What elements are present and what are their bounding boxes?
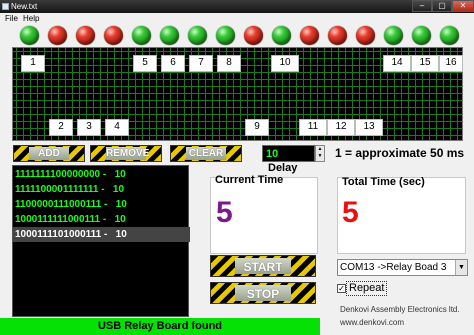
spin-up-icon[interactable]: ▲	[316, 146, 324, 153]
clear-button-label: CLEAR	[186, 147, 226, 160]
relay-led-10[interactable]	[272, 26, 291, 45]
relay-led-14[interactable]	[384, 26, 403, 45]
current-time-label: Current Time	[215, 174, 284, 186]
minimize-button[interactable]: –	[412, 0, 432, 12]
relay-led-1[interactable]	[20, 26, 39, 45]
relay-box-5[interactable]: 5	[133, 55, 157, 72]
stop-button-label: STOP	[235, 285, 291, 301]
stop-button[interactable]: STOP	[210, 282, 316, 304]
website-link[interactable]: www.denkovi.com	[340, 318, 404, 327]
company-credit: Denkovi Assembly Electronics ltd.	[340, 305, 460, 314]
relay-box-13[interactable]: 13	[355, 119, 383, 136]
relay-box-12[interactable]: 12	[327, 119, 355, 136]
relay-led-9[interactable]	[244, 26, 263, 45]
clear-button[interactable]: CLEAR	[170, 145, 242, 162]
delay-label: Delay	[268, 162, 298, 174]
relay-box-4[interactable]: 4	[105, 119, 129, 136]
add-button-label: ADD	[29, 147, 69, 160]
repeat-checkbox[interactable]: ✓	[337, 284, 346, 293]
port-select[interactable]: COM13 ->Relay Boad 3	[337, 259, 468, 276]
relay-led-7[interactable]	[188, 26, 207, 45]
relay-led-4[interactable]	[104, 26, 123, 45]
title-bar: New.txt – ▢ ✕	[0, 0, 474, 13]
menu-file[interactable]: File	[5, 13, 18, 25]
relay-led-12[interactable]	[328, 26, 347, 45]
maximize-button[interactable]: ▢	[432, 0, 452, 12]
remove-button-label: REMOVE	[106, 147, 150, 160]
menu-help[interactable]: Help	[23, 13, 39, 25]
relay-box-1[interactable]: 1	[21, 55, 45, 72]
relay-box-9[interactable]: 9	[245, 119, 269, 136]
status-bar: USB Relay Board found	[0, 318, 320, 335]
relay-led-11[interactable]	[300, 26, 319, 45]
relay-led-15[interactable]	[412, 26, 431, 45]
relay-led-13[interactable]	[356, 26, 375, 45]
start-button[interactable]: START	[210, 255, 316, 277]
relay-box-14[interactable]: 14	[383, 55, 411, 72]
delay-input[interactable]: 10	[262, 145, 315, 162]
relay-box-8[interactable]: 8	[217, 55, 241, 72]
relay-box-10[interactable]: 10	[271, 55, 299, 72]
relay-led-16[interactable]	[440, 26, 459, 45]
repeat-label[interactable]: Repeat	[346, 281, 388, 296]
total-time-value: 5	[342, 196, 359, 229]
remove-button[interactable]: REMOVE	[90, 145, 162, 162]
close-button[interactable]: ✕	[452, 0, 474, 12]
list-item[interactable]: 1100000111000111 - 10	[13, 197, 190, 212]
app-icon	[2, 3, 9, 10]
chevron-down-icon[interactable]: ▼	[455, 260, 467, 275]
list-item[interactable]: 1111100001111111 - 10	[13, 182, 190, 197]
delay-spinner[interactable]: ▲ ▼	[315, 145, 325, 162]
sequence-list[interactable]: 1111111100000000 - 10 1111100001111111 -…	[12, 165, 190, 317]
list-item-selected[interactable]: 1000111101000111 - 10	[13, 227, 190, 242]
relay-box-2[interactable]: 2	[49, 119, 73, 136]
relay-led-8[interactable]	[216, 26, 235, 45]
relay-box-3[interactable]: 3	[77, 119, 101, 136]
relay-box-16[interactable]: 16	[439, 55, 463, 72]
relay-box-15[interactable]: 15	[411, 55, 439, 72]
relay-led-5[interactable]	[132, 26, 151, 45]
delay-note: 1 = approximate 50 ms	[335, 146, 465, 160]
start-button-label: START	[235, 258, 291, 274]
current-time-value: 5	[216, 196, 233, 229]
list-item[interactable]: 1111111100000000 - 10	[13, 167, 190, 182]
spin-down-icon[interactable]: ▼	[316, 153, 324, 160]
add-button[interactable]: ADD	[13, 145, 85, 162]
relay-led-2[interactable]	[48, 26, 67, 45]
total-time-label: Total Time (sec)	[342, 176, 425, 188]
relay-box-6[interactable]: 6	[161, 55, 185, 72]
window-title: New.txt	[11, 2, 38, 11]
menu-bar: File Help	[0, 13, 474, 25]
relay-box-7[interactable]: 7	[189, 55, 213, 72]
relay-led-6[interactable]	[160, 26, 179, 45]
list-item[interactable]: 1000111111000111 - 10	[13, 212, 190, 227]
relay-box-11[interactable]: 11	[299, 119, 327, 136]
relay-led-3[interactable]	[76, 26, 95, 45]
